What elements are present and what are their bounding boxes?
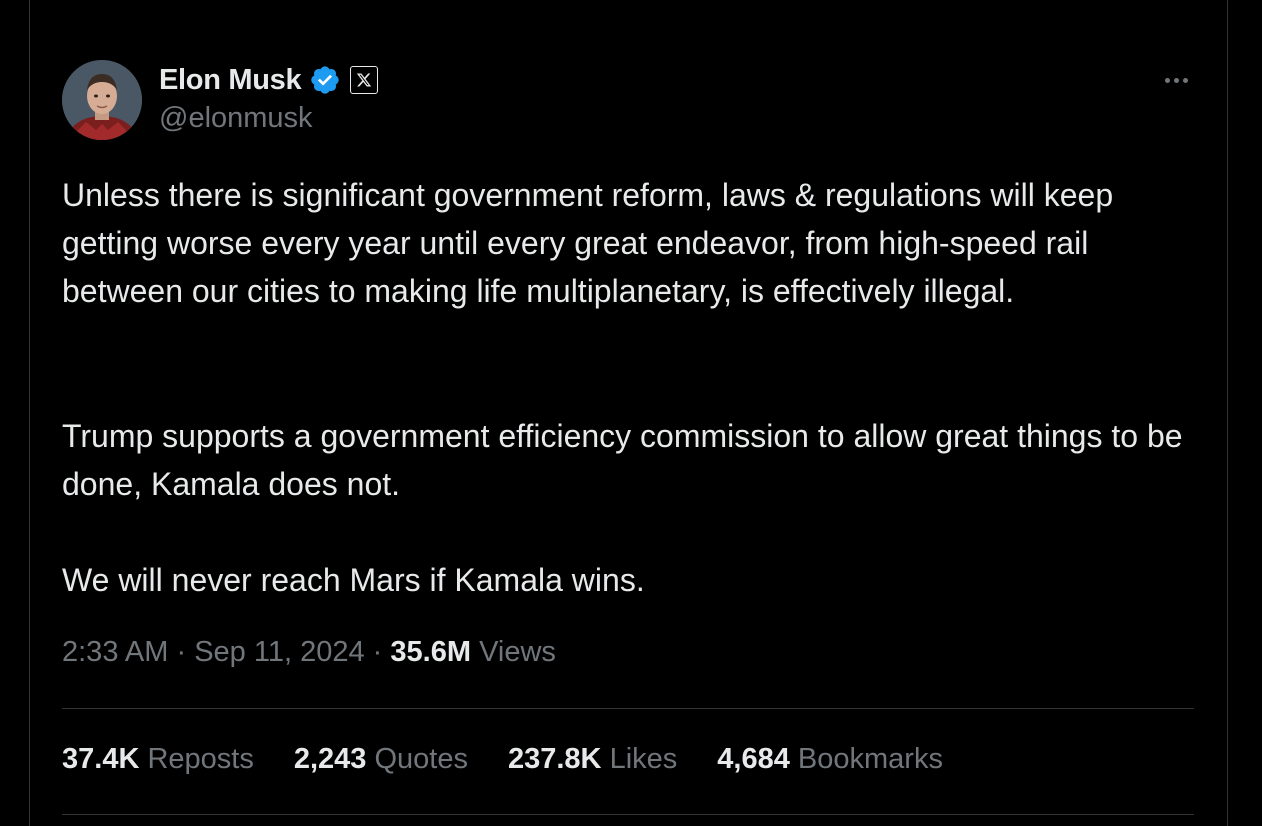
likes-count: 237.8K	[507, 743, 602, 775]
tweet-paragraph: Unless there is significant government r…	[62, 177, 1114, 309]
author-display-name[interactable]: Elon Musk	[159, 64, 302, 97]
quotes-stat[interactable]: 2,243 Quotes	[294, 743, 468, 776]
views-count: 35.6M	[390, 636, 471, 668]
author-name-row: Elon Musk	[159, 62, 379, 98]
author-handle[interactable]: @elonmusk	[159, 102, 313, 135]
tweet-date[interactable]: Sep 11, 2024	[194, 636, 364, 668]
more-dot-icon	[1182, 77, 1188, 83]
meta-separator: ·	[372, 636, 383, 668]
divider	[62, 708, 1194, 709]
verified-badge-icon[interactable]	[309, 64, 341, 96]
reposts-stat[interactable]: 37.4K Reposts	[62, 743, 254, 776]
bookmarks-label: Bookmarks	[797, 743, 943, 775]
avatar[interactable]	[62, 60, 142, 140]
meta-separator: ·	[176, 636, 187, 668]
more-dot-icon	[1164, 77, 1170, 83]
reposts-label: Reposts	[147, 743, 254, 775]
likes-stat[interactable]: 237.8K Likes	[508, 743, 677, 776]
quotes-label: Quotes	[374, 743, 468, 775]
x-logo-icon[interactable]	[350, 66, 379, 94]
tweet-meta: 2:33 AM · Sep 11, 2024 · 35.6M Views	[62, 636, 556, 669]
tweet-paragraph: We will never reach Mars if Kamala wins.	[62, 562, 645, 598]
bookmarks-stat[interactable]: 4,684 Bookmarks	[717, 743, 943, 776]
quotes-count: 2,243	[293, 743, 367, 775]
engagement-stats: 37.4K Reposts 2,243 Quotes 237.8K Likes …	[62, 743, 943, 776]
more-options-button[interactable]	[1157, 64, 1195, 96]
avatar-image	[62, 60, 142, 140]
bookmarks-count: 4,684	[717, 743, 790, 775]
divider	[62, 814, 1194, 815]
reposts-count: 37.4K	[62, 743, 140, 775]
more-dot-icon	[1173, 77, 1179, 83]
tweet-paragraph: Trump supports a government efficiency c…	[62, 418, 1183, 502]
likes-label: Likes	[609, 743, 678, 775]
tweet-time[interactable]: 2:33 AM	[62, 636, 168, 668]
views-label: Views	[479, 636, 556, 668]
